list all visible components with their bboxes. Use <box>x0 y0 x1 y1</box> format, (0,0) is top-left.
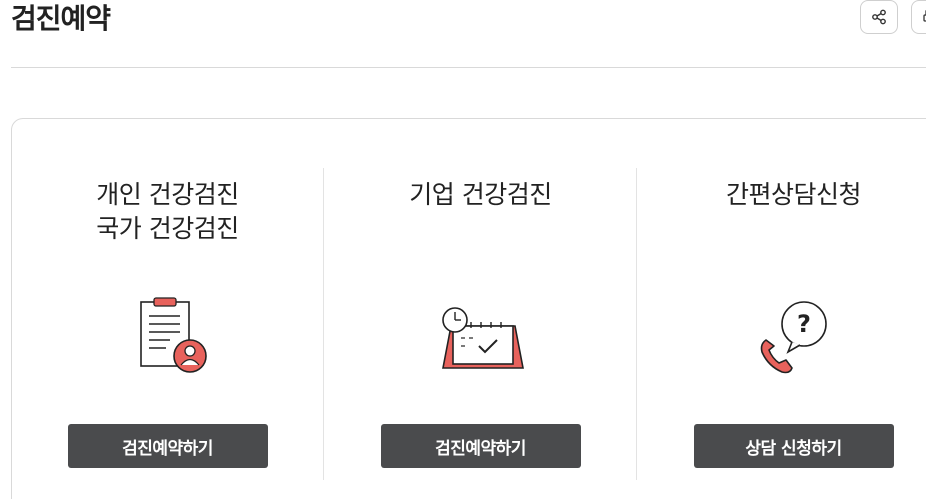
print-icon <box>923 10 926 22</box>
clipboard-person-icon <box>118 288 218 388</box>
page: 검진예약 개인 건강검진 국가 건강검진 검진예약하기 기업 건강검진 검진예약… <box>0 0 926 499</box>
column-title: 간편상담신청 <box>637 178 926 212</box>
column-corporate-checkup: 기업 건강검진 검진예약하기 <box>324 168 637 488</box>
phone-question-icon: ? <box>744 288 844 388</box>
column-title-line: 개인 건강검진 <box>96 180 239 209</box>
svg-text:?: ? <box>797 310 811 338</box>
column-personal-checkup: 개인 건강검진 국가 건강검진 검진예약하기 <box>11 168 324 488</box>
consultation-request-button[interactable]: 상담 신청하기 <box>693 424 894 468</box>
column-consultation: 간편상담신청 ? 상담 신청하기 <box>637 168 926 488</box>
desk-calendar-clock-icon <box>431 288 531 388</box>
column-title-line: 기업 건강검진 <box>409 180 552 209</box>
column-title: 기업 건강검진 <box>324 178 637 212</box>
share-button[interactable] <box>860 0 898 34</box>
column-title: 개인 건강검진 국가 건강검진 <box>11 178 324 246</box>
column-title-line: 간편상담신청 <box>725 180 862 209</box>
share-icon <box>872 9 886 25</box>
page-title: 검진예약 <box>11 2 111 35</box>
print-button[interactable] <box>911 0 926 34</box>
column-title-line: 국가 건강검진 <box>96 214 239 243</box>
reserve-button[interactable]: 검진예약하기 <box>67 424 268 468</box>
header-divider <box>11 67 926 68</box>
reserve-button[interactable]: 검진예약하기 <box>380 424 581 468</box>
